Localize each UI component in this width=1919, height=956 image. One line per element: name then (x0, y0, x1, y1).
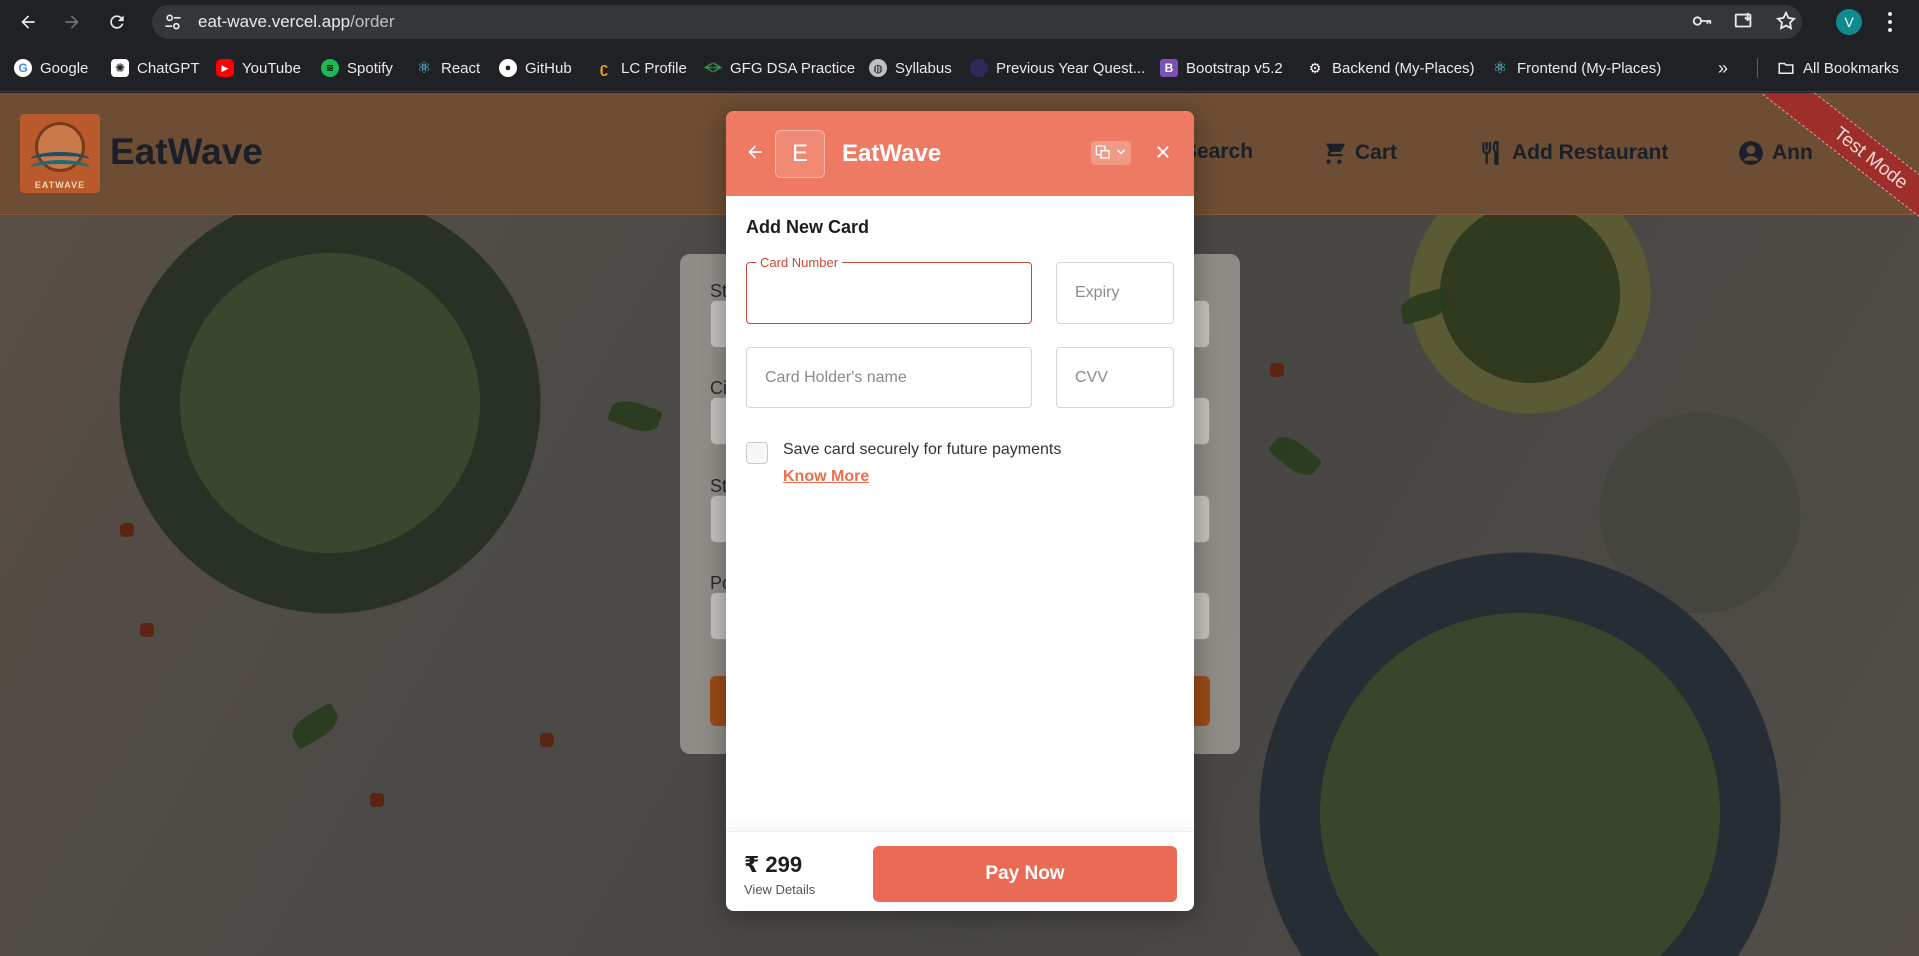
form-label-city: Ci (710, 378, 727, 398)
gfg-icon: ᗕᗒ (703, 60, 723, 75)
address-bar[interactable]: eat-wave.vercel.app/order (152, 5, 1802, 39)
back-arrow-icon[interactable] (742, 139, 768, 165)
bookmark-chatgpt[interactable]: ✺ ChatGPT (111, 56, 200, 80)
bookmark-label: GFG DSA Practice (730, 59, 856, 77)
back-icon[interactable] (14, 8, 42, 36)
pay-now-button[interactable]: Pay Now (873, 846, 1177, 902)
bookmark-frontend[interactable]: ⚛ Frontend (My-Places) (1491, 56, 1661, 80)
cvv-input[interactable]: CVV (1056, 347, 1174, 408)
card-holder-input[interactable]: Card Holder's name (746, 347, 1032, 408)
bookmarks-bar: G Google ✺ ChatGPT ▶ YouTube ≋ Spotify ⚛… (0, 44, 1919, 92)
modal-footer: ₹ 299 View Details Pay Now (726, 831, 1194, 911)
bookmark-label: Google (40, 59, 89, 77)
view-details-link[interactable]: View Details (744, 882, 815, 897)
logo-text: EATWAVE (34, 180, 86, 190)
expiry-input[interactable]: Expiry (1056, 262, 1174, 324)
form-label-state: St (710, 476, 728, 496)
all-bookmarks-folder[interactable]: All Bookmarks (1777, 56, 1899, 80)
github-icon: ● (499, 59, 517, 77)
language-switcher[interactable] (1091, 141, 1131, 165)
bookmark-label: Frontend (My-Places) (1517, 59, 1662, 77)
bookmark-star-icon[interactable] (1774, 9, 1798, 33)
close-icon[interactable] (1150, 139, 1176, 165)
cart-icon (1321, 140, 1347, 166)
bookmark-label: Backend (My-Places) (1332, 59, 1475, 77)
expiry-placeholder: Expiry (1075, 284, 1120, 301)
user-circle-icon (1738, 140, 1764, 166)
bookmark-syllabus[interactable]: ◍ Syllabus (869, 56, 952, 80)
bookmark-youtube[interactable]: ▶ YouTube (216, 56, 301, 80)
leetcode-icon: ʗ (599, 59, 609, 77)
browser-menu-icon[interactable] (1883, 10, 1897, 34)
globe-icon: ◍ (869, 59, 887, 77)
profile-avatar[interactable]: V (1836, 9, 1862, 35)
merchant-name: EatWave (842, 140, 942, 167)
reload-icon[interactable] (103, 8, 131, 36)
card-holder-placeholder: Card Holder's name (765, 368, 907, 386)
know-more-link[interactable]: Know More (783, 468, 869, 486)
bookmark-lc-profile[interactable]: ʗ LC Profile (595, 56, 687, 80)
bootstrap-icon: B (1160, 59, 1178, 77)
nav-account[interactable]: Ann (1738, 140, 1813, 166)
bookmark-label: YouTube (242, 59, 301, 77)
save-card-label: Save card securely for future payments (783, 441, 1062, 458)
bookmark-label: LC Profile (621, 59, 687, 77)
bookmark-label: Bootstrap v5.2 (1186, 59, 1283, 77)
cvv-placeholder: CVV (1075, 368, 1108, 386)
fork-knife-icon (1478, 140, 1504, 166)
bookmark-label: Spotify (347, 59, 393, 77)
nav-cart-label: Cart (1355, 141, 1398, 164)
forward-icon[interactable] (58, 8, 86, 36)
merchant-logo: E (775, 130, 825, 178)
add-new-card-heading: Add New Card (746, 217, 870, 237)
install-app-icon[interactable] (1732, 9, 1756, 33)
save-card-checkbox[interactable] (746, 442, 768, 464)
url-path: /order (350, 12, 395, 31)
bookmark-label: GitHub (525, 59, 572, 77)
eatwave-logo[interactable]: EATWAVE (20, 114, 100, 193)
bookmark-google[interactable]: G Google (14, 56, 88, 80)
bookmark-label: ChatGPT (137, 59, 200, 77)
nav-cart[interactable]: Cart (1321, 140, 1397, 166)
brand-name[interactable]: EatWave (110, 131, 263, 173)
backend-icon: ⚙ (1308, 59, 1322, 76)
react-icon: ⚛ (1492, 60, 1508, 77)
bookmark-label: React (441, 59, 481, 77)
bookmark-bootstrap[interactable]: B Bootstrap v5.2 (1160, 56, 1283, 80)
card-number-label: Card Number (756, 255, 843, 270)
form-label-street: St (710, 281, 728, 301)
modal-header: E EatWave (726, 111, 1194, 196)
bookmark-github[interactable]: ● GitHub (499, 56, 572, 80)
amount-total: ₹ 299 (744, 852, 803, 877)
bookmark-react[interactable]: ⚛ React (415, 56, 480, 80)
react-icon: ⚛ (416, 60, 432, 77)
translate-icon (1095, 144, 1111, 163)
bookmark-label: Syllabus (895, 59, 952, 77)
nav-account-label: Ann (1772, 141, 1813, 164)
browser-toolbar: eat-wave.vercel.app/order V (0, 0, 1919, 44)
youtube-icon: ▶ (216, 59, 234, 77)
url-text: eat-wave.vercel.app/order (198, 12, 395, 32)
bookmark-label: All Bookmarks (1803, 59, 1899, 77)
bookmark-label: Previous Year Quest... (996, 59, 1146, 77)
bookmarks-overflow-icon[interactable]: » (1718, 56, 1728, 80)
payment-modal: E EatWave Add New Card Card Number Expir… (726, 111, 1194, 911)
page-icon (970, 59, 988, 77)
bookmark-previous-year[interactable]: Previous Year Quest... (970, 56, 1145, 80)
bookmark-spotify[interactable]: ≋ Spotify (321, 56, 393, 80)
bookmark-gfg[interactable]: ᗕᗒ GFG DSA Practice (704, 56, 855, 80)
spotify-icon: ≋ (321, 59, 339, 77)
folder-icon (1777, 59, 1795, 77)
google-icon: G (14, 59, 32, 77)
card-number-input[interactable] (746, 262, 1032, 324)
nav-add-restaurant-label: Add Restaurant (1512, 141, 1669, 164)
chatgpt-icon: ✺ (111, 59, 129, 77)
url-host: eat-wave.vercel.app (198, 12, 351, 31)
site-settings-icon[interactable] (162, 11, 184, 33)
nav-add-restaurant[interactable]: Add Restaurant (1478, 140, 1668, 166)
chevron-down-icon (1115, 146, 1127, 161)
password-key-icon[interactable] (1690, 9, 1714, 33)
bookmarks-separator (1757, 58, 1758, 78)
bookmark-backend[interactable]: ⚙ Backend (My-Places) (1306, 56, 1475, 80)
